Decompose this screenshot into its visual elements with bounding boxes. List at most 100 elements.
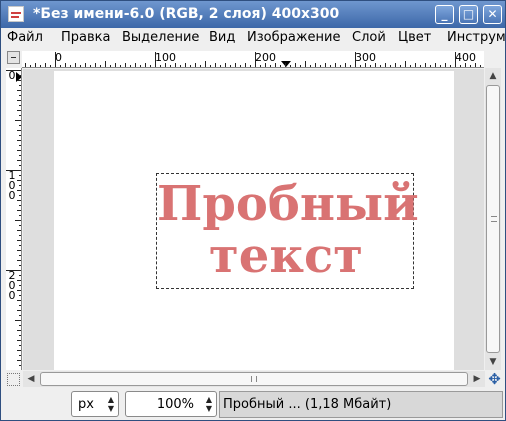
zoom-spin-icon: ▲ ▼ [205, 395, 212, 413]
ruler-tick [135, 63, 136, 67]
vertical-scroll-thumb[interactable] [486, 85, 500, 353]
vruler-label-200: 200 [8, 269, 16, 302]
ruler-tick [17, 300, 21, 301]
ruler-tick [455, 52, 456, 67]
ruler-tick [325, 63, 326, 67]
ruler-tick [17, 330, 21, 331]
unit-value: px [78, 397, 94, 412]
horizontal-scrollbar[interactable]: ◀ ▶ [23, 371, 485, 387]
ruler-tick [155, 52, 156, 67]
ruler-tick [19, 75, 21, 76]
ruler-tick [410, 65, 411, 67]
ruler-tick [19, 245, 21, 246]
scroll-down-icon[interactable]: ▼ [485, 354, 501, 370]
ruler-tick [17, 110, 21, 111]
ruler-tick [205, 61, 206, 67]
vertical-scrollbar[interactable]: ▲ ▼ [485, 68, 501, 370]
ruler-tick [445, 63, 446, 67]
ruler-tick [440, 65, 441, 67]
ruler-tick [420, 65, 421, 67]
ruler-tick [475, 63, 476, 67]
menu-arrow-button[interactable] [7, 51, 20, 64]
ruler-tick [19, 175, 21, 176]
window-title: *Без имени-6.0 (RGB, 2 слоя) 400x300 [33, 6, 340, 22]
ruler-tick [19, 315, 21, 316]
ruler-tick [19, 205, 21, 206]
ruler-tick [200, 65, 201, 67]
ruler-tick [19, 225, 21, 226]
ruler-tick [6, 170, 21, 171]
zoom-value: 100% [156, 397, 194, 412]
ruler-tick [240, 65, 241, 67]
unit-spin-icon: ▲ ▼ [107, 395, 114, 413]
app-document-icon[interactable] [8, 6, 24, 22]
ruler-tick [19, 165, 21, 166]
hruler-label-200: 200 [255, 51, 276, 64]
ruler-tick [425, 63, 426, 67]
ruler-tick [190, 65, 191, 67]
ruler-tick [335, 63, 336, 67]
menu-file[interactable]: Файл [7, 30, 43, 45]
ruler-tick [95, 63, 96, 67]
horizontal-ruler[interactable]: 0 100 200 300 400 [22, 51, 484, 68]
sample-text-line1: Пробный [157, 176, 419, 232]
scroll-up-icon[interactable]: ▲ [485, 68, 501, 84]
menu-tools[interactable]: Инструм [447, 30, 505, 45]
maximize-button[interactable]: □ [459, 5, 478, 24]
ruler-tick [6, 70, 21, 71]
hruler-label-400: 400 [455, 51, 476, 64]
minimize-button[interactable]: _ [435, 5, 454, 24]
scroll-right-icon[interactable]: ▶ [469, 371, 485, 387]
close-button[interactable]: ✕ [483, 5, 502, 24]
ruler-tick [45, 63, 46, 67]
ruler-tick [465, 63, 466, 67]
ruler-tick [375, 63, 376, 67]
image-canvas[interactable]: Пробный текст [54, 71, 454, 370]
ruler-tick [19, 125, 21, 126]
title-bar[interactable]: *Без имени-6.0 (RGB, 2 слоя) 400x300 _ □… [1, 1, 505, 28]
ruler-tick [480, 65, 481, 67]
ruler-tick [415, 63, 416, 67]
ruler-tick [180, 65, 181, 67]
ruler-tick [17, 90, 21, 91]
ruler-tick [285, 63, 286, 67]
ruler-tick [19, 215, 21, 216]
menu-colors[interactable]: Цвет [398, 30, 431, 45]
vertical-ruler[interactable]: 0 100 200 [6, 68, 22, 370]
horizontal-scroll-thumb[interactable] [40, 372, 468, 386]
ruler-tick [17, 290, 21, 291]
ruler-tick [370, 65, 371, 67]
ruler-tick [235, 63, 236, 67]
ruler-tick [220, 65, 221, 67]
ruler-tick [290, 65, 291, 67]
ruler-tick [280, 65, 281, 67]
menu-image[interactable]: Изображение [247, 30, 340, 45]
ruler-tick [355, 52, 356, 67]
ruler-tick [17, 150, 21, 151]
ruler-tick [380, 65, 381, 67]
ruler-tick [110, 65, 111, 67]
ruler-tick [150, 65, 151, 67]
status-message-text: Пробный ... (1,18 Мбайт) [223, 397, 392, 412]
ruler-tick [85, 63, 86, 67]
menu-layer[interactable]: Слой [352, 30, 386, 45]
unit-selector[interactable]: px ▲ ▼ [71, 391, 119, 417]
ruler-tick [185, 63, 186, 67]
menu-view[interactable]: Вид [209, 30, 235, 45]
text-layer-boundary[interactable]: Пробный текст [156, 173, 419, 289]
canvas-area[interactable]: Пробный текст [23, 69, 484, 370]
zoom-selector[interactable]: 100% ▲ ▼ [125, 391, 217, 417]
ruler-tick [385, 63, 386, 67]
ruler-tick [65, 63, 66, 67]
ruler-tick [17, 140, 21, 141]
menu-edit[interactable]: Правка [61, 30, 110, 45]
ruler-tick [19, 135, 21, 136]
menu-select[interactable]: Выделение [122, 30, 199, 45]
navigate-icon[interactable]: ✥ [487, 372, 502, 387]
ruler-tick [365, 63, 366, 67]
ruler-tick [25, 63, 26, 67]
ruler-tick [130, 65, 131, 67]
scroll-left-icon[interactable]: ◀ [23, 371, 39, 387]
ruler-tick [17, 340, 21, 341]
quick-mask-toggle-icon[interactable] [7, 373, 20, 386]
